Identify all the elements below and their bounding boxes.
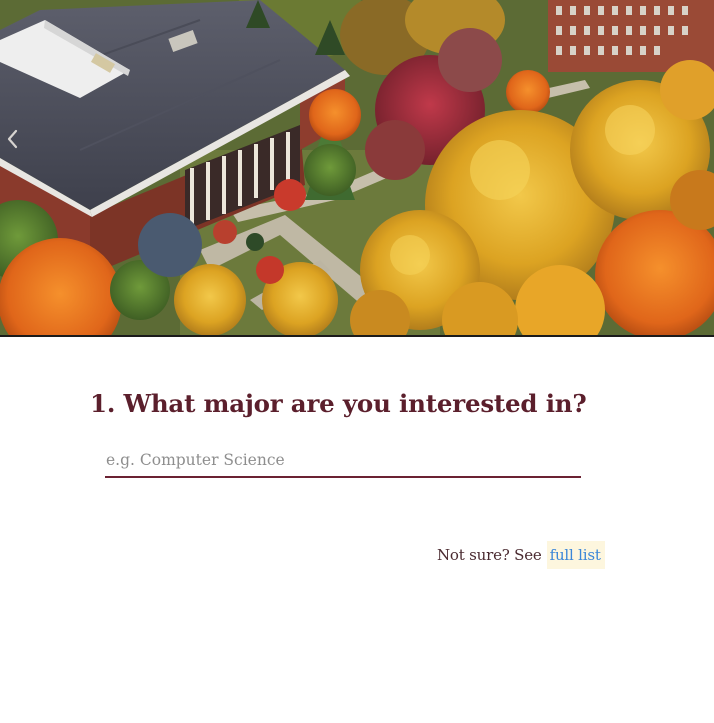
hero-campus-image — [0, 0, 714, 337]
carousel-prev-button[interactable] — [2, 122, 22, 156]
question-title: 1. What major are you interested in? — [90, 389, 587, 418]
major-search-input[interactable] — [105, 448, 581, 478]
page: 1. What major are you interested in? Not… — [0, 0, 714, 723]
chevron-left-icon — [6, 129, 18, 149]
help-row: Not sure? See full list — [437, 541, 605, 569]
full-list-link[interactable]: full list — [546, 541, 605, 569]
help-text: Not sure? See — [437, 546, 542, 564]
